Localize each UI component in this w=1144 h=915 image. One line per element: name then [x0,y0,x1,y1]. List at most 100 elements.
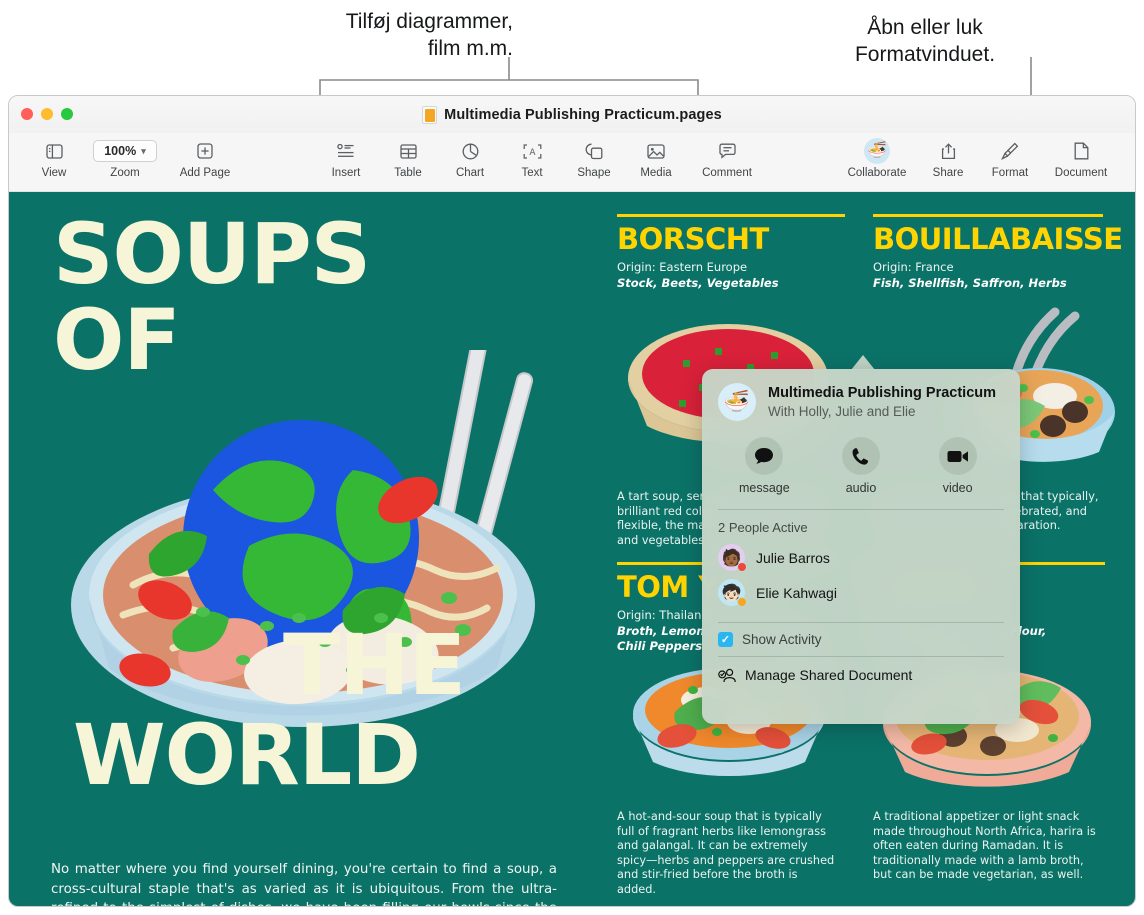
window-title: Multimedia Publishing Practicum.pages [444,106,722,123]
person-name: Elie Kahwagi [756,584,837,601]
soup-entry-bouillabaisse: BOUILLABAISSE Origin: France Fish, Shell… [873,214,1123,291]
toolbar-label-view: View [41,167,67,179]
message-bubble-icon [745,437,784,475]
toolbar-label-shape: Shape [577,167,611,179]
toolbar-label-insert: Insert [331,167,361,179]
media-icon [647,140,665,162]
toolbar-label-collaborate: Collaborate [847,167,907,179]
popover-action-row: message audio video [702,429,1020,501]
collaboration-popover[interactable]: 🍜 Multimedia Publishing Practicum With H… [702,369,1020,724]
soup-ingredients-bouillabaisse: Fish, Shellfish, Saffron, Herbs [873,276,1067,290]
toolbar-button-view[interactable]: View [23,137,85,179]
toolbar-right-group: 🍜 Collaborate Share Format Document [837,137,1121,179]
window-title-group: Multimedia Publishing Practicum.pages [9,96,1135,133]
manage-shared-document-label: Manage Shared Document [745,667,913,683]
hero-title-line-1: SOUPS [53,205,371,303]
soup-name-borscht: BORSCHT [617,222,769,256]
soup-origin-borscht: Origin: Eastern Europe [617,260,748,274]
toolbar-button-add-page[interactable]: Add Page [165,137,245,179]
insert-icon [337,140,355,162]
popover-action-label-video: video [942,481,973,495]
popover-action-label-message: message [738,481,790,495]
popover-action-audio[interactable]: audio [826,437,896,495]
callout-label-insert: Tilføj diagrammer, film m.m. [345,10,513,60]
toolbar-label-media: Media [640,167,672,179]
toolbar-button-format[interactable]: Format [979,137,1041,179]
phone-icon [841,437,880,475]
toolbar-button-table[interactable]: Table [377,137,439,179]
intro-paragraph: No matter where you find yourself dining… [51,862,557,906]
popover-action-video[interactable]: video [923,437,993,495]
toolbar-label-table: Table [394,167,422,179]
svg-text:A: A [529,148,536,158]
callout-label-format: Åbn eller luk Formatvinduet. [854,16,996,66]
popover-header: 🍜 Multimedia Publishing Practicum With H… [702,369,1020,429]
checkbox-show-activity[interactable]: ✓ [718,632,733,647]
soup-description-tom-yum: A hot-and-sour soup that is typically fu… [617,810,835,896]
hero-title-line-4: WORLD [73,706,421,804]
soup-description-harira: A traditional appetizer or light snack m… [873,810,1096,882]
toolbar-center-group: Insert Table Chart A Text Shape Media Co… [315,137,767,179]
format-brush-icon [1001,140,1019,162]
video-camera-icon [938,437,977,475]
show-activity-row[interactable]: ✓ Show Activity [702,623,1020,656]
window-titlebar: Multimedia Publishing Practicum.pages [9,96,1135,133]
popover-arrow [851,355,875,370]
toolbar-button-text[interactable]: A Text [501,137,563,179]
collaborate-avatar-icon: 🍜 [864,138,890,164]
toolbar-label-add-page: Add Page [179,167,231,179]
sidebar-icon [45,140,63,162]
toolbar-button-document[interactable]: Document [1041,137,1121,179]
popover-title: Multimedia Publishing Practicum [768,384,997,401]
toolbar-left-group: View 100% ▾ Zoom Add Page [23,137,245,179]
chevron-down-icon: ▾ [141,145,146,156]
shape-icon [585,140,603,162]
toolbar-button-chart[interactable]: Chart [439,137,501,179]
popover-active-people-title: 2 People Active [718,520,808,535]
manage-people-icon [718,668,737,683]
document-canvas[interactable]: SOUPS OF THE WORLD No matter where you f… [9,192,1135,906]
toolbar-button-media[interactable]: Media [625,137,687,179]
soup-ingredients-borscht: Stock, Beets, Vegetables [617,276,779,290]
pages-app-window: Multimedia Publishing Practicum.pages Vi… [8,95,1136,907]
soup-origin-bouillabaisse: Origin: France [873,260,954,274]
popover-subtitle: With Holly, Julie and Elie [768,403,916,419]
table-icon [399,140,417,162]
person-name: Julie Barros [756,549,830,566]
list-item-person[interactable]: 🧑🏾 Julie Barros [702,540,1020,575]
toolbar-button-insert[interactable]: Insert [315,137,377,179]
soup-divider-rule [873,214,1103,217]
main-toolbar: View 100% ▾ Zoom Add Page Insert Table C… [9,133,1135,192]
soup-entry-borscht: BORSCHT Origin: Eastern Europe Stock, Be… [617,214,845,291]
popover-document-avatar-icon: 🍜 [718,383,756,421]
popover-action-message[interactable]: message [729,437,799,495]
soup-name-bouillabaisse: BOUILLABAISSE [873,222,1123,256]
toolbar-button-zoom[interactable]: 100% ▾ Zoom [85,137,165,179]
avatar: 🧑🏾 [718,544,747,572]
toolbar-button-share[interactable]: Share [917,137,979,179]
toolbar-button-comment[interactable]: Comment [687,137,767,179]
toolbar-label-format: Format [991,167,1029,179]
manage-shared-document-row[interactable]: Manage Shared Document [702,657,1020,693]
callout-annotations: Tilføj diagrammer, film m.m. Åbn eller l… [0,0,1144,100]
show-activity-label: Show Activity [742,632,822,647]
zoom-value-pill[interactable]: 100% ▾ [93,140,157,162]
toolbar-label-document: Document [1054,167,1108,179]
list-item-person[interactable]: 🧒🏻 Elie Kahwagi [702,575,1020,610]
plus-box-icon [197,140,213,162]
popover-action-label-audio: audio [845,481,877,495]
status-badge [737,597,747,607]
toolbar-button-shape[interactable]: Shape [563,137,625,179]
soup-divider-rule [617,214,845,217]
toolbar-label-text: Text [521,167,543,179]
chart-icon [462,140,479,162]
toolbar-label-zoom: Zoom [110,167,140,179]
comment-icon [718,140,736,162]
document-icon [1074,140,1089,162]
hero-title-line-3: THE [283,616,466,714]
toolbar-label-chart: Chart [455,167,485,179]
text-box-icon: A [523,140,542,162]
avatar: 🧒🏻 [718,579,747,607]
toolbar-button-collaborate[interactable]: 🍜 Collaborate [837,137,917,179]
zoom-value: 100% [104,144,137,158]
